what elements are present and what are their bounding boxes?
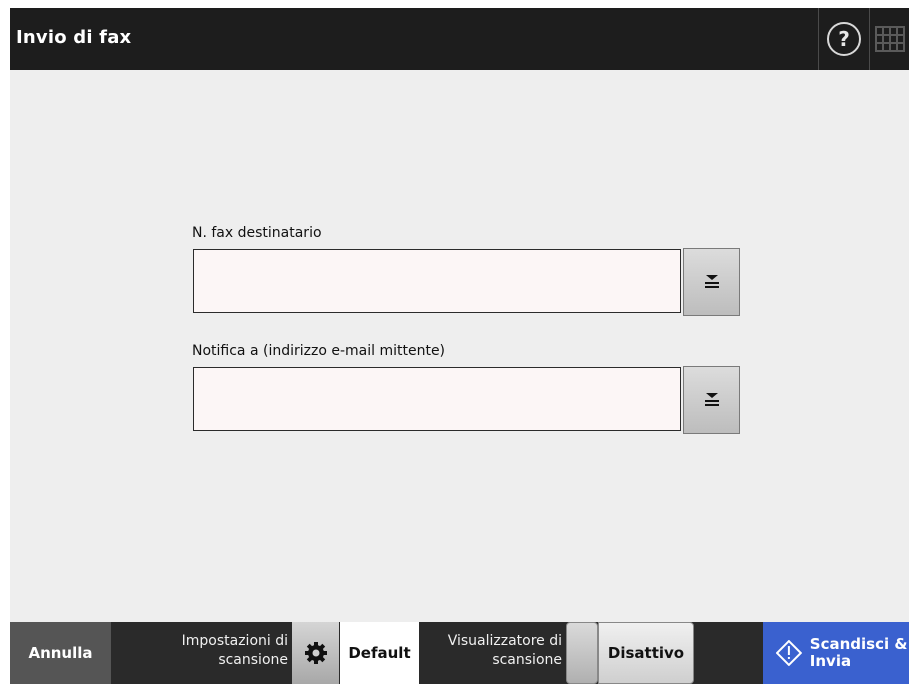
- scan-viewer-label: Visualizzatore di scansione: [422, 632, 562, 670]
- scan-viewer-label-line1: Visualizzatore di: [447, 633, 562, 649]
- scan-viewer-label-line2: scansione: [492, 652, 562, 668]
- scan-viewer-toggle-knob[interactable]: [566, 622, 598, 684]
- page-title: Invio di fax: [16, 27, 132, 48]
- scan-settings-button[interactable]: [292, 622, 339, 684]
- keyboard-button[interactable]: [869, 8, 909, 70]
- scan-settings-label: Impostazioni di scansione: [150, 632, 288, 670]
- gear-icon: [304, 642, 327, 664]
- start-diamond-icon: [776, 640, 802, 666]
- scan-and-send-label-line2: Invia: [809, 652, 852, 670]
- keyboard-icon: [875, 26, 905, 52]
- list-selector-icon: [704, 393, 719, 406]
- scan-viewer-toggle[interactable]: Disattivo: [598, 622, 694, 684]
- scan-settings-label-line1: Impostazioni di: [181, 633, 288, 649]
- scan-and-send-label-line1: Scandisci &: [809, 635, 908, 653]
- list-selector-icon: [704, 275, 719, 288]
- fax-number-input[interactable]: [193, 249, 681, 313]
- title-bar: Invio di fax ?: [10, 8, 909, 70]
- app-window: Invio di fax ? N. fax destinatario Notif…: [10, 8, 909, 684]
- cancel-button[interactable]: Annulla: [10, 622, 111, 684]
- fax-number-label: N. fax destinatario: [192, 225, 322, 241]
- notify-email-input[interactable]: [193, 367, 681, 431]
- scan-settings-value[interactable]: Default: [340, 622, 419, 684]
- fax-number-list-button[interactable]: [683, 248, 740, 316]
- scan-settings-label-line2: scansione: [218, 652, 288, 668]
- help-button[interactable]: ?: [818, 8, 869, 70]
- scan-and-send-label: Scandisci & Invia: [810, 636, 909, 670]
- scan-and-send-button[interactable]: Scandisci & Invia: [763, 622, 909, 684]
- bottom-toolbar: Annulla Impostazioni di scansione Defaul…: [10, 622, 909, 684]
- notify-email-label: Notifica a (indirizzo e-mail mittente): [192, 343, 446, 359]
- notify-email-list-button[interactable]: [683, 366, 740, 434]
- question-mark-icon: ?: [827, 22, 861, 56]
